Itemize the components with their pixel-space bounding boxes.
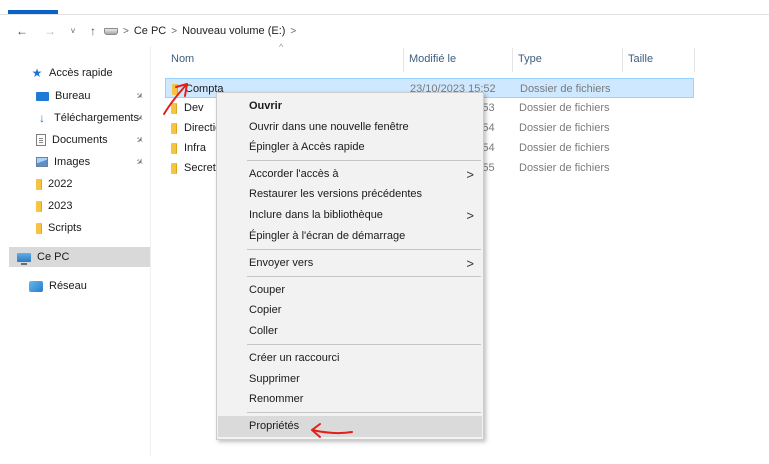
sidebar-item-this-pc[interactable]: Ce PC bbox=[9, 247, 150, 267]
navigation-pane: ★ Accès rapide Bureau ✈ ↓ Téléchargement… bbox=[0, 46, 151, 464]
file-type: Dossier de fichiers bbox=[520, 83, 611, 95]
pin-icon: ✈ bbox=[133, 89, 146, 103]
folder-icon bbox=[36, 200, 42, 212]
folder-icon bbox=[36, 178, 42, 190]
sidebar-item-label: Scripts bbox=[48, 222, 82, 234]
menu-separator bbox=[247, 412, 481, 413]
network-icon bbox=[29, 280, 43, 292]
sidebar-item-quick-access[interactable]: ★ Accès rapide bbox=[31, 63, 113, 83]
breadcrumb-separator[interactable]: > bbox=[290, 26, 296, 37]
menu-item-label: Inclure dans la bibliothèque bbox=[249, 209, 383, 221]
sidebar-item-images[interactable]: Images bbox=[36, 152, 90, 172]
sidebar-item-label: Réseau bbox=[49, 280, 87, 292]
folder-icon bbox=[171, 122, 177, 134]
menu-item-open-new-window[interactable]: Ouvrir dans une nouvelle fenêtre bbox=[218, 117, 482, 138]
star-icon: ★ bbox=[31, 66, 43, 80]
column-header-size[interactable]: Taille bbox=[622, 48, 692, 70]
drive-icon bbox=[104, 27, 118, 35]
menu-item-label: Envoyer vers bbox=[249, 257, 314, 269]
pane-divider[interactable] bbox=[150, 46, 151, 456]
file-name: Infra bbox=[184, 142, 207, 154]
breadcrumb-separator[interactable]: > bbox=[171, 26, 177, 37]
menu-item-copy[interactable]: Copier bbox=[218, 300, 482, 321]
documents-icon bbox=[36, 134, 46, 146]
breadcrumb-this-pc[interactable]: Ce PC bbox=[134, 25, 166, 37]
sidebar-item-scripts[interactable]: Scripts bbox=[36, 218, 82, 238]
ribbon-divider bbox=[0, 14, 769, 15]
menu-item-paste[interactable]: Coller bbox=[218, 321, 482, 342]
menu-item-include-library[interactable]: Inclure dans la bibliothèque > bbox=[218, 205, 482, 226]
folder-icon bbox=[36, 222, 42, 234]
menu-item-cut[interactable]: Couper bbox=[218, 280, 482, 301]
column-header-modified[interactable]: Modifié le bbox=[403, 48, 513, 70]
sidebar-item-telechargements[interactable]: ↓ Téléchargements bbox=[36, 108, 148, 128]
forward-arrow-icon[interactable]: → bbox=[43, 23, 57, 39]
address-bar[interactable]: > Ce PC > Nouveau volume (E:) > bbox=[104, 21, 769, 41]
column-header-bar: ^ Nom Modifié le Type Taille bbox=[152, 42, 769, 72]
breadcrumb-volume-e[interactable]: Nouveau volume (E:) bbox=[182, 25, 285, 37]
menu-item-pin-quick-access[interactable]: Épingler à Accès rapide bbox=[218, 137, 482, 158]
menu-item-create-shortcut[interactable]: Créer un raccourci bbox=[218, 348, 482, 369]
recent-locations-chevron-icon[interactable]: v bbox=[66, 23, 80, 39]
column-header-type[interactable]: Type bbox=[512, 48, 622, 70]
sidebar-item-label: Documents bbox=[52, 134, 108, 146]
sidebar-item-label: Bureau bbox=[55, 90, 91, 102]
menu-item-label: Accorder l'accès à bbox=[249, 168, 339, 180]
sidebar-item-label: Ce PC bbox=[37, 251, 70, 263]
computer-icon bbox=[17, 252, 31, 265]
submenu-arrow-icon: > bbox=[466, 167, 474, 182]
context-menu: Ouvrir Ouvrir dans une nouvelle fenêtre … bbox=[216, 92, 484, 440]
submenu-arrow-icon: > bbox=[466, 208, 474, 223]
file-type: Dossier de fichiers bbox=[519, 162, 610, 174]
download-icon: ↓ bbox=[39, 111, 45, 125]
pin-icon: ✈ bbox=[133, 155, 146, 169]
menu-separator bbox=[247, 276, 481, 277]
folder-icon bbox=[171, 142, 177, 154]
sidebar-item-label: Accès rapide bbox=[49, 67, 113, 79]
sidebar-item-network[interactable]: Réseau bbox=[29, 276, 87, 296]
sidebar-item-bureau[interactable]: Bureau bbox=[36, 86, 90, 106]
file-name: Secret bbox=[184, 162, 216, 174]
menu-separator bbox=[247, 249, 481, 250]
sidebar-item-documents[interactable]: Documents bbox=[36, 130, 108, 150]
breadcrumb-separator[interactable]: > bbox=[123, 26, 129, 37]
menu-item-delete[interactable]: Supprimer bbox=[218, 369, 482, 390]
pictures-icon bbox=[36, 157, 48, 167]
annotation-arrow-icon bbox=[311, 423, 353, 438]
menu-item-pin-start[interactable]: Épingler à l'écran de démarrage bbox=[218, 226, 482, 247]
back-arrow-icon[interactable]: ← bbox=[15, 23, 29, 39]
sidebar-item-label: 2023 bbox=[48, 200, 73, 212]
column-header-name[interactable]: Nom bbox=[165, 48, 405, 70]
sidebar-item-label: 2022 bbox=[48, 178, 73, 190]
pin-icon: ✈ bbox=[133, 133, 146, 147]
up-arrow-icon[interactable]: ↑ bbox=[86, 23, 100, 39]
column-resize-handle[interactable] bbox=[694, 48, 695, 72]
annotation-arrow-icon bbox=[163, 83, 188, 115]
file-type: Dossier de fichiers bbox=[519, 142, 610, 154]
folder-icon bbox=[171, 162, 177, 174]
desktop-icon bbox=[36, 91, 49, 101]
submenu-arrow-icon: > bbox=[466, 256, 474, 271]
file-type: Dossier de fichiers bbox=[519, 102, 610, 114]
menu-item-restore-versions[interactable]: Restaurer les versions précédentes bbox=[218, 184, 482, 205]
sidebar-item-label: Images bbox=[54, 156, 91, 168]
menu-item-open[interactable]: Ouvrir bbox=[218, 96, 482, 117]
menu-separator bbox=[247, 160, 481, 161]
menu-item-rename[interactable]: Renommer bbox=[218, 389, 482, 410]
menu-item-send-to[interactable]: Envoyer vers > bbox=[218, 253, 482, 274]
sidebar-item-2023[interactable]: 2023 bbox=[36, 196, 72, 216]
menu-separator bbox=[247, 344, 481, 345]
sidebar-item-2022[interactable]: 2022 bbox=[36, 174, 72, 194]
address-row: ← → v ↑ > Ce PC > Nouveau volume (E:) > bbox=[0, 21, 769, 41]
menu-item-grant-access[interactable]: Accorder l'accès à > bbox=[218, 164, 482, 185]
file-type: Dossier de fichiers bbox=[519, 122, 610, 134]
